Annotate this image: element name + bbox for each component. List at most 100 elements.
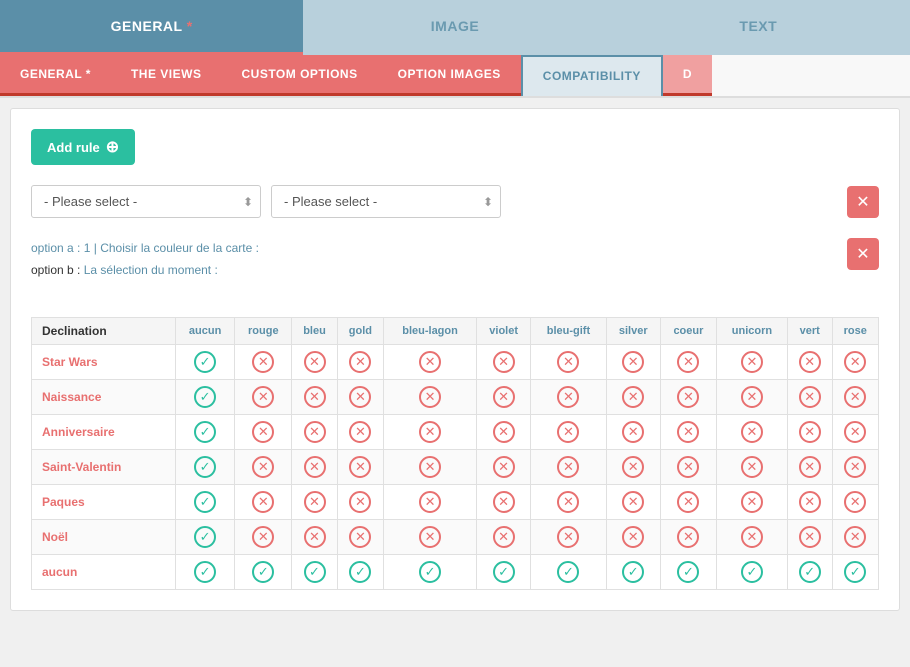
cell-0-11[interactable]: ✕ bbox=[832, 345, 879, 380]
cell-6-10[interactable]: ✓ bbox=[787, 555, 832, 590]
cell-2-10[interactable]: ✕ bbox=[787, 415, 832, 450]
cell-4-1[interactable]: ✕ bbox=[235, 485, 292, 520]
cell-0-10[interactable]: ✕ bbox=[787, 345, 832, 380]
cell-1-2[interactable]: ✕ bbox=[292, 380, 337, 415]
cell-0-8[interactable]: ✕ bbox=[660, 345, 716, 380]
cell-2-3[interactable]: ✕ bbox=[337, 415, 383, 450]
sub-tab-d[interactable]: D bbox=[663, 55, 712, 96]
cell-0-0[interactable]: ✓ bbox=[175, 345, 235, 380]
sub-tab-compatibility[interactable]: COMPATIBILITY bbox=[521, 55, 663, 96]
cell-4-7[interactable]: ✕ bbox=[606, 485, 660, 520]
cell-3-10[interactable]: ✕ bbox=[787, 450, 832, 485]
cell-5-10[interactable]: ✕ bbox=[787, 520, 832, 555]
cell-5-11[interactable]: ✕ bbox=[832, 520, 879, 555]
cell-6-6[interactable]: ✓ bbox=[531, 555, 606, 590]
cell-0-6[interactable]: ✕ bbox=[531, 345, 606, 380]
cell-6-5[interactable]: ✓ bbox=[477, 555, 531, 590]
top-tab-general[interactable]: GENERAL * bbox=[0, 0, 303, 55]
cell-5-5[interactable]: ✕ bbox=[477, 520, 531, 555]
cell-5-1[interactable]: ✕ bbox=[235, 520, 292, 555]
cell-4-3[interactable]: ✕ bbox=[337, 485, 383, 520]
cell-5-8[interactable]: ✕ bbox=[660, 520, 716, 555]
cell-3-2[interactable]: ✕ bbox=[292, 450, 337, 485]
cell-1-3[interactable]: ✕ bbox=[337, 380, 383, 415]
cell-2-9[interactable]: ✕ bbox=[716, 415, 787, 450]
cell-6-1[interactable]: ✓ bbox=[235, 555, 292, 590]
cell-1-8[interactable]: ✕ bbox=[660, 380, 716, 415]
cell-0-1[interactable]: ✕ bbox=[235, 345, 292, 380]
cell-6-11[interactable]: ✓ bbox=[832, 555, 879, 590]
cell-5-2[interactable]: ✕ bbox=[292, 520, 337, 555]
table-row: Star Wars✓✕✕✕✕✕✕✕✕✕✕✕ bbox=[32, 345, 879, 380]
cell-5-4[interactable]: ✕ bbox=[384, 520, 477, 555]
sub-tab-customoptions[interactable]: CUSTOM OPTIONS bbox=[221, 55, 377, 96]
cell-5-0[interactable]: ✓ bbox=[175, 520, 235, 555]
cell-0-9[interactable]: ✕ bbox=[716, 345, 787, 380]
cell-6-2[interactable]: ✓ bbox=[292, 555, 337, 590]
cell-5-3[interactable]: ✕ bbox=[337, 520, 383, 555]
first-select[interactable]: - Please select - bbox=[31, 185, 261, 218]
sub-tab-optionimages[interactable]: OPTION IMAGES bbox=[378, 55, 521, 96]
cell-3-6[interactable]: ✕ bbox=[531, 450, 606, 485]
cell-4-10[interactable]: ✕ bbox=[787, 485, 832, 520]
cell-0-2[interactable]: ✕ bbox=[292, 345, 337, 380]
cell-4-8[interactable]: ✕ bbox=[660, 485, 716, 520]
sub-tab-general[interactable]: GENERAL * bbox=[0, 55, 111, 96]
cell-3-11[interactable]: ✕ bbox=[832, 450, 879, 485]
cell-3-1[interactable]: ✕ bbox=[235, 450, 292, 485]
cell-5-7[interactable]: ✕ bbox=[606, 520, 660, 555]
cell-3-8[interactable]: ✕ bbox=[660, 450, 716, 485]
second-select[interactable]: - Please select - bbox=[271, 185, 501, 218]
cell-1-6[interactable]: ✕ bbox=[531, 380, 606, 415]
cell-5-9[interactable]: ✕ bbox=[716, 520, 787, 555]
cell-4-4[interactable]: ✕ bbox=[384, 485, 477, 520]
cell-2-6[interactable]: ✕ bbox=[531, 415, 606, 450]
cell-4-9[interactable]: ✕ bbox=[716, 485, 787, 520]
cell-6-7[interactable]: ✓ bbox=[606, 555, 660, 590]
cell-2-4[interactable]: ✕ bbox=[384, 415, 477, 450]
cell-1-0[interactable]: ✓ bbox=[175, 380, 235, 415]
cell-2-0[interactable]: ✓ bbox=[175, 415, 235, 450]
cell-1-7[interactable]: ✕ bbox=[606, 380, 660, 415]
table-row: Noël✓✕✕✕✕✕✕✕✕✕✕✕ bbox=[32, 520, 879, 555]
cell-4-6[interactable]: ✕ bbox=[531, 485, 606, 520]
top-tab-image[interactable]: IMAGE bbox=[303, 0, 606, 55]
cell-6-8[interactable]: ✓ bbox=[660, 555, 716, 590]
cell-2-5[interactable]: ✕ bbox=[477, 415, 531, 450]
cell-0-5[interactable]: ✕ bbox=[477, 345, 531, 380]
cell-1-5[interactable]: ✕ bbox=[477, 380, 531, 415]
cell-6-0[interactable]: ✓ bbox=[175, 555, 235, 590]
cell-4-0[interactable]: ✓ bbox=[175, 485, 235, 520]
cell-1-9[interactable]: ✕ bbox=[716, 380, 787, 415]
cell-2-8[interactable]: ✕ bbox=[660, 415, 716, 450]
cell-6-4[interactable]: ✓ bbox=[384, 555, 477, 590]
cell-2-11[interactable]: ✕ bbox=[832, 415, 879, 450]
cell-1-11[interactable]: ✕ bbox=[832, 380, 879, 415]
cell-0-7[interactable]: ✕ bbox=[606, 345, 660, 380]
cell-3-9[interactable]: ✕ bbox=[716, 450, 787, 485]
cell-0-4[interactable]: ✕ bbox=[384, 345, 477, 380]
cell-3-5[interactable]: ✕ bbox=[477, 450, 531, 485]
cell-3-4[interactable]: ✕ bbox=[384, 450, 477, 485]
cell-0-3[interactable]: ✕ bbox=[337, 345, 383, 380]
cell-1-10[interactable]: ✕ bbox=[787, 380, 832, 415]
row-delete-button[interactable]: ✕ bbox=[847, 186, 879, 218]
cell-4-2[interactable]: ✕ bbox=[292, 485, 337, 520]
sub-tab-theviews[interactable]: THE VIEWS bbox=[111, 55, 222, 96]
top-tab-text[interactable]: TEXT bbox=[607, 0, 910, 55]
add-rule-button[interactable]: Add rule ⊕ bbox=[31, 129, 135, 165]
cell-2-7[interactable]: ✕ bbox=[606, 415, 660, 450]
info-delete-button[interactable]: ✕ bbox=[847, 238, 879, 270]
cell-2-1[interactable]: ✕ bbox=[235, 415, 292, 450]
cell-6-3[interactable]: ✓ bbox=[337, 555, 383, 590]
cell-1-4[interactable]: ✕ bbox=[384, 380, 477, 415]
cell-5-6[interactable]: ✕ bbox=[531, 520, 606, 555]
cell-4-11[interactable]: ✕ bbox=[832, 485, 879, 520]
cell-2-2[interactable]: ✕ bbox=[292, 415, 337, 450]
cell-6-9[interactable]: ✓ bbox=[716, 555, 787, 590]
cell-3-0[interactable]: ✓ bbox=[175, 450, 235, 485]
cell-1-1[interactable]: ✕ bbox=[235, 380, 292, 415]
cell-3-3[interactable]: ✕ bbox=[337, 450, 383, 485]
cell-4-5[interactable]: ✕ bbox=[477, 485, 531, 520]
cell-3-7[interactable]: ✕ bbox=[606, 450, 660, 485]
